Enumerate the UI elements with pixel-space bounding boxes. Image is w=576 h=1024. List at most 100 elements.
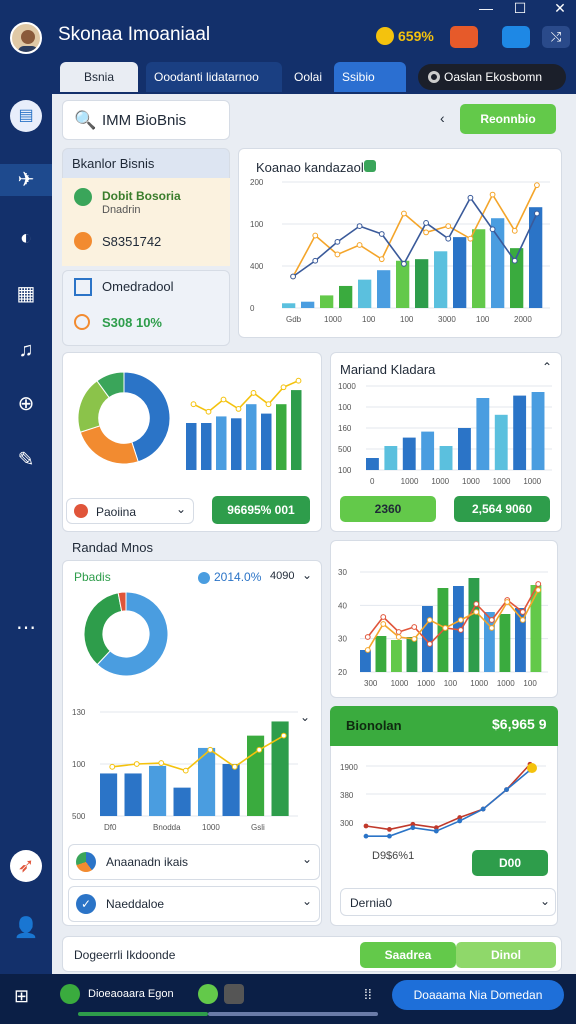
donut-slice xyxy=(83,592,123,666)
pie-icon xyxy=(76,852,96,872)
shield-icon[interactable] xyxy=(502,26,530,48)
avatar[interactable] xyxy=(10,22,42,54)
footer-button-1[interactable]: Saadrea xyxy=(360,942,456,968)
left-rail xyxy=(0,62,52,974)
bar xyxy=(530,585,542,672)
x-tick-label: 0 xyxy=(370,477,375,486)
apps-icon[interactable]: ⁞⁞ xyxy=(364,986,372,1002)
header-button[interactable]: Reonnbio xyxy=(460,104,556,134)
check-icon xyxy=(74,188,92,206)
windows-icon[interactable]: ⊞ xyxy=(14,986,36,1008)
chart5-chevron-icon[interactable]: ⌄ xyxy=(300,710,310,724)
bar xyxy=(499,614,511,672)
bar xyxy=(282,303,296,308)
legend-chevron-icon[interactable]: ⌄ xyxy=(302,568,312,582)
chart3-button-2[interactable]: 2,564 9060 xyxy=(454,496,550,522)
y-tick-label: 30 xyxy=(338,568,347,577)
growth-point xyxy=(457,818,463,824)
chevron-up-icon[interactable]: ⌃ xyxy=(542,360,552,374)
box2-value: S308 10% xyxy=(102,315,162,330)
x-tick-label: 3000 xyxy=(438,315,456,324)
table-icon[interactable]: ▦ xyxy=(10,278,42,310)
line-point xyxy=(158,760,165,766)
line-point xyxy=(535,581,542,587)
x-tick-label: 2000 xyxy=(514,315,532,324)
bar xyxy=(360,650,371,672)
line-point xyxy=(467,235,474,242)
taskbar-cta-button[interactable]: Doaaama Nia Domedan xyxy=(392,980,564,1010)
y-tick-label: 160 xyxy=(338,424,352,433)
bar xyxy=(384,446,398,470)
bar xyxy=(513,395,527,470)
x-tick-label: 1000 xyxy=(493,477,511,486)
notification-icon[interactable] xyxy=(450,26,478,48)
bars2-value-button[interactable]: 96695% 001 xyxy=(212,496,310,524)
business-title: Bkanlor Bisnis xyxy=(72,156,155,171)
chart3-title: Mariand Kladara xyxy=(340,362,436,377)
more-icon[interactable]: ⋯ xyxy=(10,612,42,644)
app-title: Skonaa Imoaniaal xyxy=(58,24,211,45)
footer-button-2[interactable]: Dinol xyxy=(456,942,556,968)
chart3-button-1[interactable]: 2360 xyxy=(340,496,436,522)
bar xyxy=(320,295,334,308)
legend-val: 4090 xyxy=(270,570,295,582)
tab-oolai[interactable]: Oolai xyxy=(286,62,332,92)
minimize-icon[interactable]: — xyxy=(476,0,496,16)
bar xyxy=(366,458,379,470)
tab-ssibio[interactable]: Ssibio xyxy=(334,62,406,92)
globe-icon[interactable]: ⊕ xyxy=(10,388,42,420)
back-icon[interactable]: ‹ xyxy=(440,110,445,126)
rocket-badge-icon[interactable]: ➶ xyxy=(10,850,42,882)
lightning-icon[interactable] xyxy=(198,984,218,1004)
search-input[interactable]: IMM BioBnis xyxy=(102,112,186,129)
line-point xyxy=(457,627,464,633)
tab-bsnia[interactable]: Bsnia xyxy=(60,62,138,92)
coin-small-icon xyxy=(74,314,90,330)
x-tick-label: Gsli xyxy=(251,823,265,832)
line-point xyxy=(534,182,540,189)
line-point xyxy=(290,273,296,280)
taskbar-item[interactable]: Dioeaoaara Egon xyxy=(88,988,174,1000)
line-point xyxy=(364,634,371,640)
zero-icon[interactable] xyxy=(224,984,244,1004)
growth-title: Bionolan xyxy=(346,718,402,733)
music-icon[interactable]: ♫ xyxy=(10,334,42,366)
growth-point xyxy=(387,826,392,832)
bar xyxy=(246,404,257,470)
tab-ooodanti[interactable]: Ooodanti lidatarnoo xyxy=(146,62,282,92)
growth-line xyxy=(365,763,531,831)
app-icon[interactable] xyxy=(60,984,80,1004)
line-point xyxy=(378,256,385,263)
y-tick-label: 130 xyxy=(72,708,86,717)
share-icon[interactable]: ⤭ xyxy=(542,26,570,48)
bar xyxy=(458,428,471,470)
line-point xyxy=(334,238,341,245)
maximize-icon[interactable]: ☐ xyxy=(510,0,530,17)
user-icon[interactable]: 👤 xyxy=(10,912,42,944)
y-tick-label: 100 xyxy=(250,220,264,229)
bar xyxy=(396,260,410,308)
clock-icon xyxy=(74,232,92,250)
item1-title: Dobit Bosoria xyxy=(102,189,181,203)
document-icon[interactable]: ▤ xyxy=(10,100,42,132)
donut-dropdown-label: Paoiina xyxy=(96,505,137,519)
close-icon[interactable]: ✕ xyxy=(550,0,570,17)
pen-icon[interactable]: ✎ xyxy=(10,444,42,476)
bar xyxy=(421,431,435,470)
x-tick-label: 100 xyxy=(400,315,414,324)
chart1-badge-icon xyxy=(364,160,376,172)
x-tick-label: 300 xyxy=(364,679,378,688)
growth-marker xyxy=(527,763,537,773)
line-point xyxy=(426,641,433,647)
bar xyxy=(453,237,467,308)
growth-point xyxy=(504,787,509,793)
line-point xyxy=(445,223,452,229)
growth-button[interactable]: D00 xyxy=(472,850,548,876)
progress-bar xyxy=(78,1012,208,1016)
compass-icon[interactable]: ◐ xyxy=(10,222,42,254)
rocket-icon[interactable]: ✈ xyxy=(0,164,52,196)
bar xyxy=(276,404,287,470)
bar xyxy=(434,251,448,308)
tab-oaslan[interactable]: Oaslan Ekosbomn xyxy=(418,64,566,90)
line-point xyxy=(378,231,385,237)
